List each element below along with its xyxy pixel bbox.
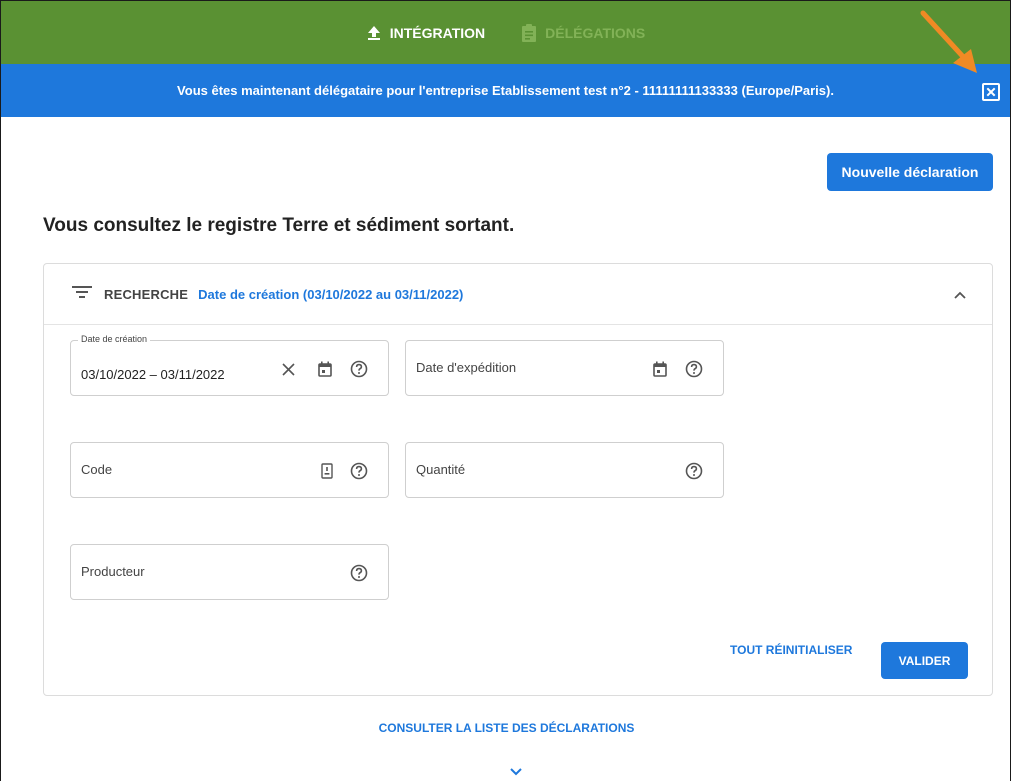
search-panel: RECHERCHE Date de création (03/10/2022 a… <box>43 263 993 696</box>
shipping-date-field[interactable]: Date d'expédition <box>405 340 724 396</box>
validate-button[interactable]: VALIDER <box>881 642 968 679</box>
page-title: Vous consultez le registre Terre et sédi… <box>43 215 515 236</box>
top-nav: INTÉGRATION DÉLÉGATIONS <box>1 1 1010 64</box>
search-label: RECHERCHE <box>104 286 189 302</box>
creation-date-label: Date de création <box>78 334 151 344</box>
code-label: Code <box>81 462 113 477</box>
reset-all-button[interactable]: TOUT RÉINITIALISER <box>730 643 852 657</box>
annotation-arrow-icon <box>920 10 977 73</box>
quantity-field[interactable]: Quantité <box>405 442 724 498</box>
search-summary: Date de création (03/10/2022 au 03/11/20… <box>198 286 464 302</box>
quantity-label: Quantité <box>416 462 466 477</box>
filter-icon <box>72 285 92 304</box>
app-frame: INTÉGRATION DÉLÉGATIONS Vous êtes mainte… <box>0 0 1011 781</box>
clear-icon[interactable] <box>282 363 295 381</box>
help-icon[interactable] <box>685 360 703 383</box>
calendar-icon[interactable] <box>653 361 667 382</box>
code-field[interactable]: Code <box>70 442 389 498</box>
help-icon[interactable] <box>350 564 368 587</box>
creation-date-value: 03/10/2022 – 03/11/2022 <box>81 367 225 382</box>
tab-delegations[interactable]: DÉLÉGATIONS <box>521 23 646 42</box>
help-icon[interactable] <box>350 360 368 383</box>
barcode-icon[interactable] <box>321 463 333 484</box>
close-icon[interactable] <box>982 83 1000 101</box>
calendar-icon[interactable] <box>318 361 332 382</box>
help-icon[interactable] <box>350 462 368 485</box>
creation-date-field[interactable]: Date de création 03/10/2022 – 03/11/2022 <box>70 334 389 396</box>
tab-integration-label: INTÉGRATION <box>389 24 486 41</box>
delegation-banner: Vous êtes maintenant délégataire pour l'… <box>1 64 1010 117</box>
clipboard-icon <box>521 23 537 42</box>
upload-icon <box>366 25 382 41</box>
shipping-date-label: Date d'expédition <box>416 360 517 375</box>
banner-message: Vous êtes maintenant délégataire pour l'… <box>177 83 834 98</box>
help-icon[interactable] <box>685 462 703 485</box>
tab-integration[interactable]: INTÉGRATION <box>366 25 485 41</box>
chevron-up-icon[interactable] <box>954 286 966 304</box>
producer-label: Producteur <box>81 564 145 579</box>
producer-field[interactable]: Producteur <box>70 544 389 600</box>
new-declaration-button[interactable]: Nouvelle déclaration <box>827 153 993 191</box>
chevron-down-icon[interactable] <box>510 763 522 781</box>
tab-delegations-label: DÉLÉGATIONS <box>545 24 646 41</box>
search-panel-header[interactable]: RECHERCHE Date de création (03/10/2022 a… <box>44 264 992 325</box>
declarations-list-link[interactable]: CONSULTER LA LISTE DES DÉCLARATIONS <box>1 721 1010 735</box>
